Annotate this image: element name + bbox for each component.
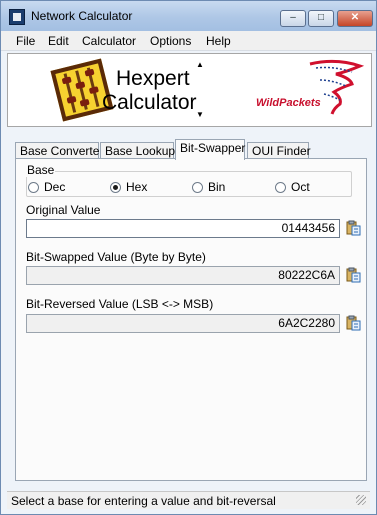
bit-swapper-panel: Base Dec Hex Bin Oct Original Value 0144… <box>15 158 367 481</box>
menu-help[interactable]: Help <box>204 33 233 49</box>
radio-bin-indicator[interactable] <box>192 181 203 193</box>
resize-grip-icon[interactable] <box>356 495 366 505</box>
bit-reversed-label: Bit-Reversed Value (LSB <-> MSB) <box>26 297 214 311</box>
original-value-input[interactable]: 01443456 <box>26 219 340 238</box>
original-value-label: Original Value <box>26 203 101 217</box>
bit-reversed-output[interactable]: 6A2C2280 <box>26 314 340 333</box>
minimize-button[interactable]: – <box>280 10 306 27</box>
radio-dec-label: Dec <box>44 180 66 194</box>
title-bar[interactable]: Network Calculator – □ ✕ <box>1 1 376 31</box>
clipboard-copy-icon[interactable] <box>345 315 361 331</box>
radio-dec[interactable]: Dec <box>28 180 65 194</box>
byte-swapped-output[interactable]: 80222C6A <box>26 266 340 285</box>
window-title: Network Calculator <box>31 9 133 23</box>
tab-bit-swapper[interactable]: Bit-Swapper <box>175 139 245 160</box>
radio-bin[interactable]: Bin <box>192 180 225 194</box>
radio-hex[interactable]: Hex <box>110 180 147 194</box>
menu-calculator[interactable]: Calculator <box>80 33 138 49</box>
product-name-line2: Calculator <box>102 91 197 114</box>
clipboard-copy-icon[interactable] <box>345 220 361 236</box>
radio-hex-indicator[interactable] <box>110 181 121 193</box>
product-name-line1: Hexpert <box>116 67 190 90</box>
byte-swapped-label: Bit-Swapped Value (Byte by Byte) <box>26 250 206 264</box>
status-text: Select a base for entering a value and b… <box>11 494 276 508</box>
menu-edit[interactable]: Edit <box>46 33 71 49</box>
wildpackets-swirl-icon <box>309 59 364 115</box>
maximize-button[interactable]: □ <box>308 10 334 27</box>
banner-scroll-down-icon[interactable]: ▼ <box>196 110 204 119</box>
clipboard-copy-icon[interactable] <box>345 267 361 283</box>
radio-dec-indicator[interactable] <box>28 181 39 193</box>
radio-oct-label: Oct <box>291 180 310 194</box>
radio-hex-label: Hex <box>126 180 148 194</box>
menu-options[interactable]: Options <box>148 33 193 49</box>
radio-oct-indicator[interactable] <box>275 181 286 193</box>
base-group-label: Base <box>26 163 56 177</box>
status-bar: Select a base for entering a value and b… <box>7 491 370 509</box>
banner-scroll-up-icon[interactable]: ▲ <box>196 60 204 69</box>
close-button[interactable]: ✕ <box>337 10 373 27</box>
menu-file[interactable]: File <box>14 33 37 49</box>
menu-bar: File Edit Calculator Options Help <box>1 31 376 51</box>
network-calculator-window: Network Calculator – □ ✕ File Edit Calcu… <box>0 0 377 515</box>
radio-bin-label: Bin <box>208 180 226 194</box>
radio-oct[interactable]: Oct <box>275 180 310 194</box>
tab-strip: Base Converter Base Lookup Bit-Swapper O… <box>15 139 367 160</box>
calculator-window-icon[interactable] <box>9 9 25 25</box>
product-banner: Hexpert Calculator ▲ ▼ WildPackets <box>7 53 372 127</box>
